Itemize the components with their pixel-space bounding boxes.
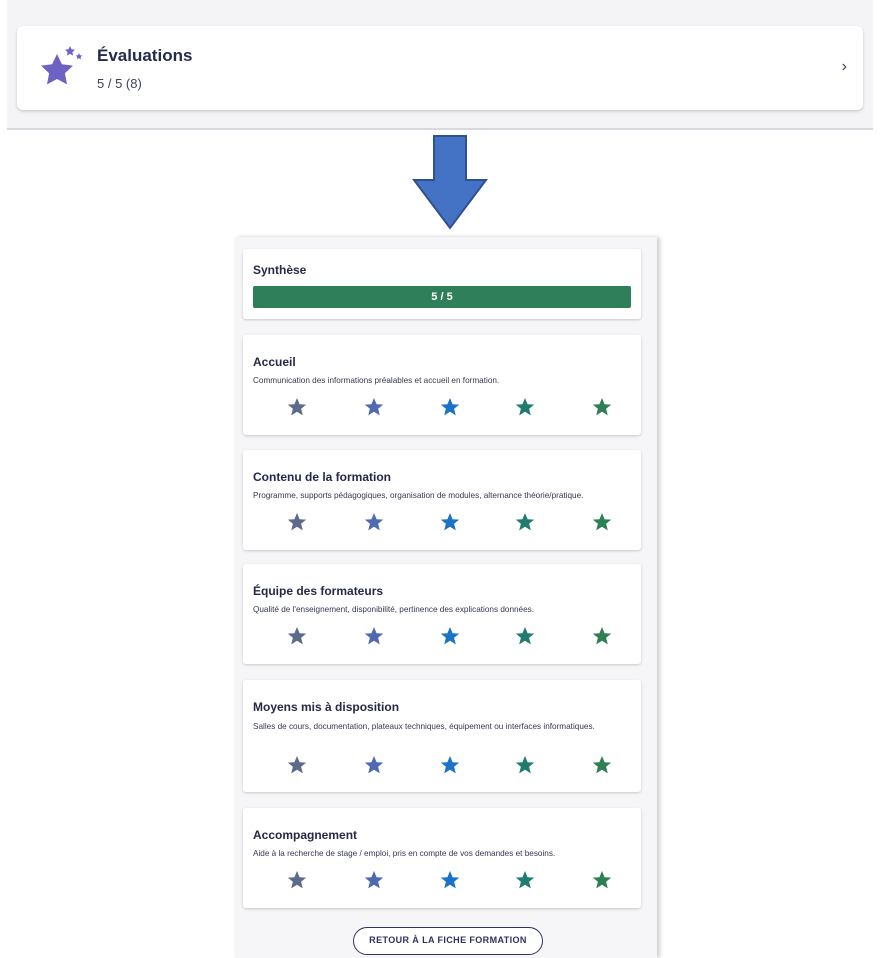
star-icon[interactable] [440, 512, 460, 532]
evaluations-detail-panel: Synthèse 5 / 5 Accueil Communication des … [236, 237, 657, 958]
synthese-score-bar: 5 / 5 [253, 286, 631, 308]
star-icon[interactable] [364, 626, 384, 646]
star-rating [243, 626, 641, 650]
star-icon[interactable] [440, 397, 460, 417]
star-rating [243, 870, 641, 894]
star-icon[interactable] [287, 512, 307, 532]
criterion-title: Accompagnement [253, 828, 358, 842]
evaluations-title: Évaluations [97, 46, 193, 65]
criterion-title: Contenu de la formation [253, 470, 391, 484]
chevron-right-icon: › [841, 58, 847, 75]
star-icon[interactable] [287, 870, 307, 890]
star-rating [243, 755, 641, 779]
star-rating [243, 397, 641, 421]
star-icon[interactable] [592, 512, 612, 532]
star-icon[interactable] [515, 755, 535, 775]
criterion-card: Équipe des formateurs Qualité de l'enseig… [243, 564, 641, 664]
evaluations-score: 5 / 5 (8) [97, 76, 142, 91]
criterion-description: Communication des informations préalable… [253, 376, 500, 385]
criterion-card: Accueil Communication des informations pr… [243, 335, 641, 435]
star-icon[interactable] [287, 626, 307, 646]
star-icon[interactable] [440, 626, 460, 646]
criterion-card: Moyens mis à disposition Salles de cours,… [243, 680, 641, 792]
criterion-card: Accompagnement Aide à la recherche de sta… [243, 808, 641, 908]
star-icon[interactable] [515, 870, 535, 890]
star-icon[interactable] [515, 397, 535, 417]
star-icon[interactable] [592, 755, 612, 775]
star-icon[interactable] [515, 626, 535, 646]
star-icon[interactable] [592, 397, 612, 417]
criterion-title: Équipe des formateurs [253, 584, 384, 598]
criterion-description: Qualité de l'enseignement, disponibilité… [253, 605, 535, 614]
evaluations-summary-card[interactable]: Évaluations 5 / 5 (8) › [17, 26, 863, 110]
synthese-card: Synthèse 5 / 5 [243, 249, 641, 319]
criterion-description: Programme, supports pédagogiques, organi… [253, 491, 584, 500]
criterion-description: Salles de cours, documentation, plateaux… [253, 722, 595, 731]
star-icon[interactable] [364, 397, 384, 417]
criterion-card: Contenu de la formation Programme, suppor… [243, 450, 641, 550]
star-rating [243, 512, 641, 536]
back-to-formation-button[interactable]: RETOUR À LA FICHE FORMATION [353, 927, 543, 955]
star-icon[interactable] [287, 397, 307, 417]
star-icon[interactable] [515, 512, 535, 532]
stars-icon [37, 42, 85, 90]
criterion-title: Accueil [253, 355, 296, 369]
star-icon[interactable] [287, 755, 307, 775]
arrow-down-icon [412, 135, 488, 230]
star-icon[interactable] [364, 870, 384, 890]
star-icon[interactable] [364, 755, 384, 775]
star-icon[interactable] [364, 512, 384, 532]
summary-section: Évaluations 5 / 5 (8) › [7, 0, 873, 130]
star-icon[interactable] [592, 626, 612, 646]
star-icon[interactable] [440, 755, 460, 775]
criterion-title: Moyens mis à disposition [253, 700, 400, 714]
synthese-title: Synthèse [253, 263, 307, 277]
star-icon[interactable] [440, 870, 460, 890]
criterion-description: Aide à la recherche de stage / emploi, p… [253, 849, 556, 858]
star-icon[interactable] [592, 870, 612, 890]
